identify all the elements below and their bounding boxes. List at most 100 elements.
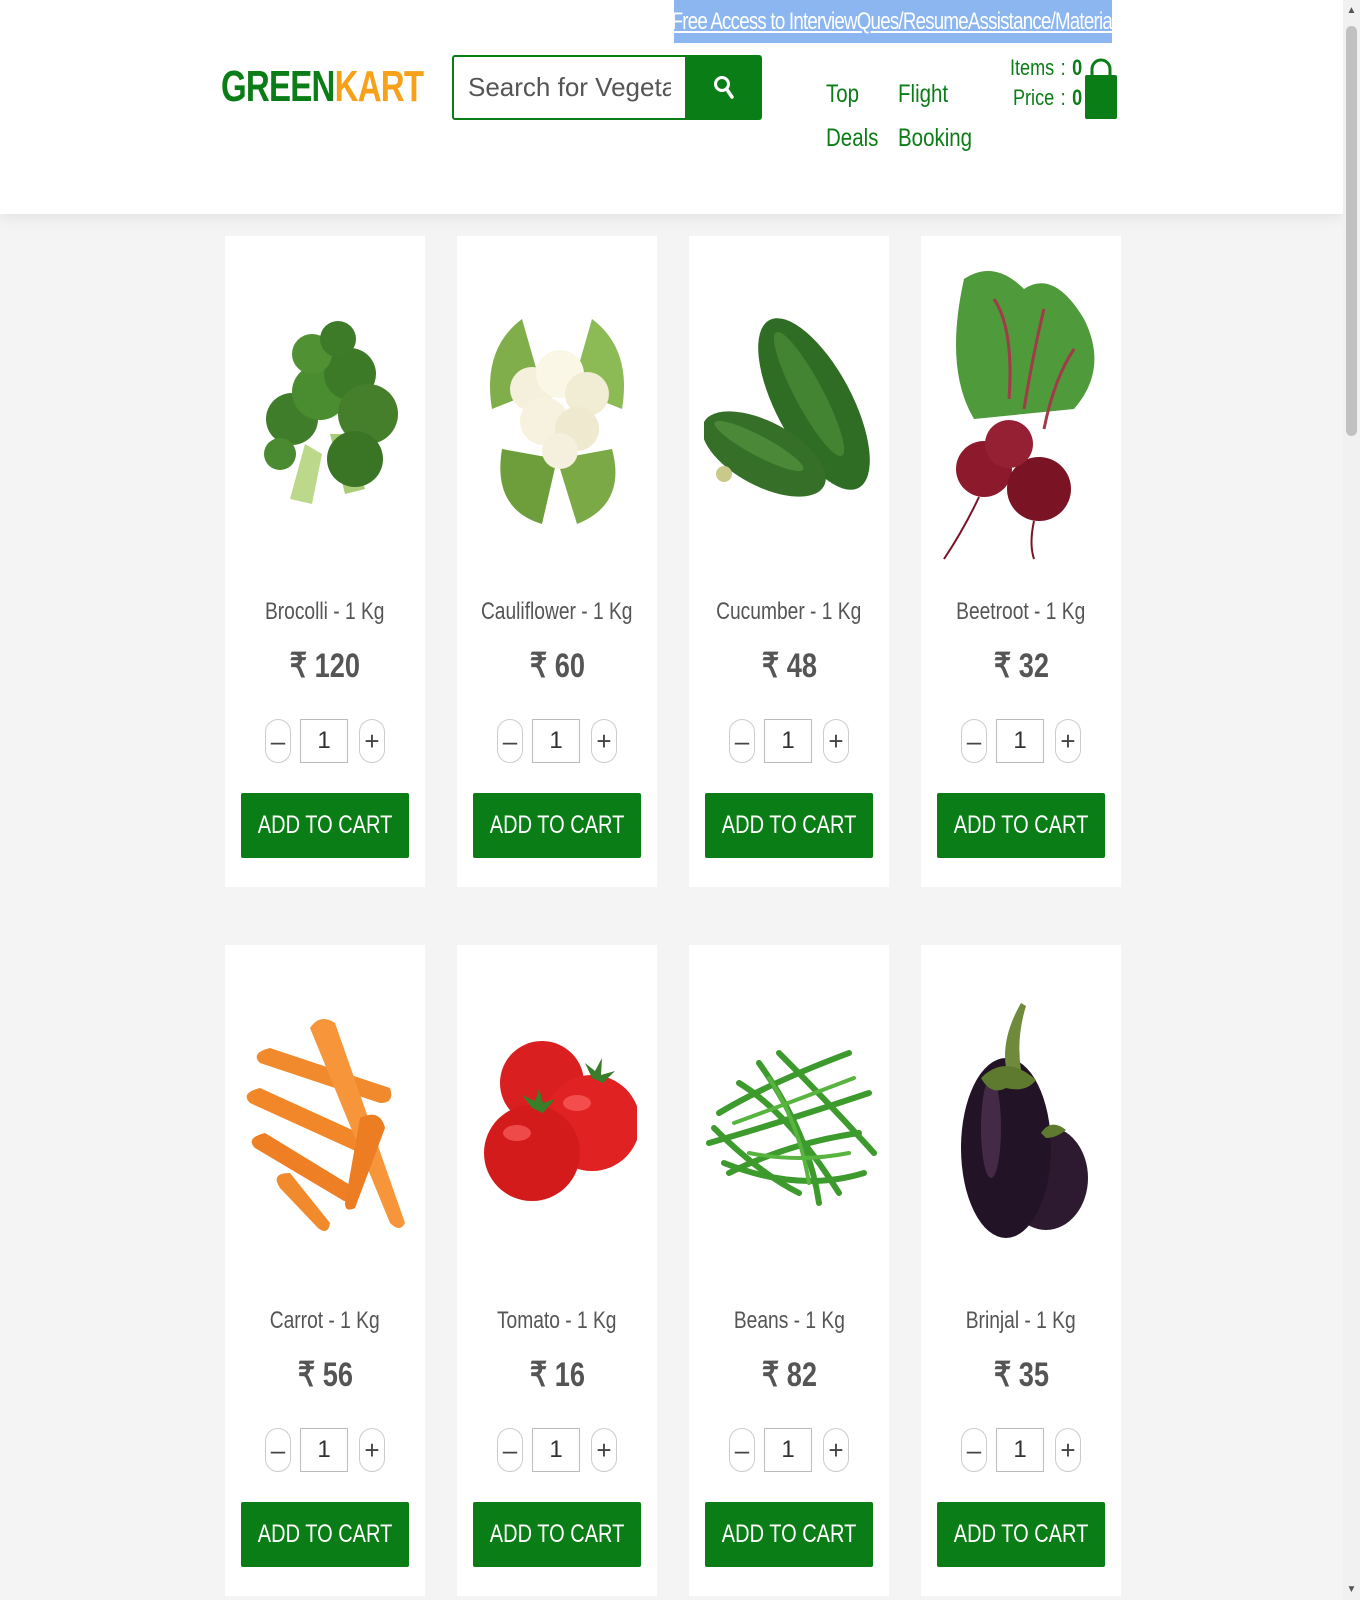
logo-kart: KART bbox=[334, 62, 424, 111]
promo-link[interactable]: Free Access to InterviewQues/ResumeAssis… bbox=[671, 8, 1116, 36]
nav-flight-booking-line1: Flight bbox=[898, 80, 949, 108]
increment-button[interactable]: + bbox=[359, 1428, 385, 1472]
add-to-cart-button[interactable]: ADD TO CART bbox=[241, 1502, 409, 1567]
product-card: Tomato - 1 Kg ₹ 16 – + ADD TO CART bbox=[457, 945, 657, 1596]
increment-button[interactable]: + bbox=[359, 719, 385, 763]
add-to-cart-button[interactable]: ADD TO CART bbox=[937, 1502, 1105, 1567]
decrement-button[interactable]: – bbox=[265, 719, 291, 763]
product-card: Carrot - 1 Kg ₹ 56 – + ADD TO CART bbox=[225, 945, 425, 1596]
cart-items-separator: : bbox=[1060, 55, 1066, 80]
product-price: ₹ 32 bbox=[993, 647, 1049, 685]
product-name: Beans - 1 Kg bbox=[733, 1307, 845, 1334]
promo-banner: Free Access to InterviewQues/ResumeAssis… bbox=[671, 0, 1116, 43]
product-image bbox=[457, 963, 657, 1283]
search-button[interactable] bbox=[685, 55, 762, 120]
search-icon bbox=[713, 75, 734, 99]
cart-bag-icon[interactable] bbox=[1083, 55, 1119, 120]
add-to-cart-button[interactable]: ADD TO CART bbox=[705, 1502, 873, 1567]
vertical-scrollbar[interactable]: ▲ ▼ bbox=[1343, 0, 1360, 1600]
quantity-stepper: – + bbox=[729, 719, 849, 763]
quantity-stepper: – + bbox=[961, 1428, 1081, 1472]
increment-button[interactable]: + bbox=[591, 719, 617, 763]
beetroot-image bbox=[942, 271, 1094, 560]
quantity-stepper: – + bbox=[265, 1428, 385, 1472]
brinjal-image bbox=[961, 1003, 1088, 1238]
product-image bbox=[921, 963, 1121, 1283]
product-card: Cauliflower - 1 Kg ₹ 60 – + ADD TO CART bbox=[457, 236, 657, 887]
product-card: Brinjal - 1 Kg ₹ 35 – + ADD TO CART bbox=[921, 945, 1121, 1596]
cart-price-separator: : bbox=[1060, 85, 1066, 110]
product-card: Beetroot - 1 Kg ₹ 32 – + ADD TO CART bbox=[921, 236, 1121, 887]
add-to-cart-button[interactable]: ADD TO CART bbox=[241, 793, 409, 858]
product-price: ₹ 35 bbox=[993, 1356, 1049, 1394]
product-name: Beetroot - 1 Kg bbox=[956, 598, 1086, 625]
cart-price-row: Price : 0 bbox=[1000, 83, 1082, 113]
quantity-input[interactable] bbox=[764, 1428, 812, 1472]
cart-price-value: 0 bbox=[1072, 85, 1083, 110]
quantity-input[interactable] bbox=[996, 1428, 1044, 1472]
add-to-cart-button[interactable]: ADD TO CART bbox=[705, 793, 873, 858]
scroll-down-arrow-icon[interactable]: ▼ bbox=[1343, 1581, 1360, 1598]
product-name: Tomato - 1 Kg bbox=[497, 1307, 617, 1334]
nav-top-deals-line1: Top bbox=[826, 80, 860, 108]
product-name: Carrot - 1 Kg bbox=[270, 1307, 380, 1334]
broccoli-image bbox=[264, 321, 398, 504]
brand-logo[interactable]: GREENKART bbox=[221, 62, 424, 112]
product-price: ₹ 82 bbox=[761, 1356, 817, 1394]
nav-flight-booking[interactable]: Flight Booking bbox=[898, 72, 972, 160]
cucumber-image bbox=[704, 318, 870, 497]
add-to-cart-button[interactable]: ADD TO CART bbox=[937, 793, 1105, 858]
decrement-button[interactable]: – bbox=[729, 719, 755, 763]
quantity-stepper: – + bbox=[961, 719, 1081, 763]
increment-button[interactable]: + bbox=[1055, 719, 1081, 763]
scroll-thumb[interactable] bbox=[1346, 26, 1357, 436]
cauliflower-image bbox=[490, 319, 624, 524]
beans-image bbox=[706, 1050, 877, 1206]
quantity-input[interactable] bbox=[996, 719, 1044, 763]
increment-button[interactable]: + bbox=[591, 1428, 617, 1472]
scroll-up-arrow-icon[interactable]: ▲ bbox=[1343, 2, 1360, 19]
quantity-input[interactable] bbox=[300, 1428, 348, 1472]
quantity-stepper: – + bbox=[729, 1428, 849, 1472]
product-image bbox=[689, 254, 889, 574]
increment-button[interactable]: + bbox=[823, 719, 849, 763]
add-to-cart-button[interactable]: ADD TO CART bbox=[473, 793, 641, 858]
decrement-button[interactable]: – bbox=[729, 1428, 755, 1472]
quantity-input[interactable] bbox=[764, 719, 812, 763]
quantity-stepper: – + bbox=[497, 1428, 617, 1472]
decrement-button[interactable]: – bbox=[961, 719, 987, 763]
cart-items-label: Items bbox=[1010, 55, 1055, 80]
add-to-cart-button[interactable]: ADD TO CART bbox=[473, 1502, 641, 1567]
increment-button[interactable]: + bbox=[1055, 1428, 1081, 1472]
increment-button[interactable]: + bbox=[823, 1428, 849, 1472]
product-price: ₹ 56 bbox=[297, 1356, 353, 1394]
product-image bbox=[225, 254, 425, 574]
search-input[interactable] bbox=[452, 55, 685, 120]
quantity-stepper: – + bbox=[265, 719, 385, 763]
search-form bbox=[452, 55, 762, 120]
nav-flight-booking-line2: Booking bbox=[898, 124, 973, 152]
quantity-input[interactable] bbox=[300, 719, 348, 763]
product-name: Cucumber - 1 Kg bbox=[716, 598, 862, 625]
quantity-input[interactable] bbox=[532, 719, 580, 763]
product-price: ₹ 60 bbox=[529, 647, 585, 685]
product-image bbox=[689, 963, 889, 1283]
product-image bbox=[225, 963, 425, 1283]
header: Free Access to InterviewQues/ResumeAssis… bbox=[0, 0, 1343, 214]
decrement-button[interactable]: – bbox=[497, 719, 523, 763]
cart-items-row: Items : 0 bbox=[1000, 53, 1082, 83]
product-name: Brinjal - 1 Kg bbox=[966, 1307, 1076, 1334]
decrement-button[interactable]: – bbox=[265, 1428, 291, 1472]
decrement-button[interactable]: – bbox=[497, 1428, 523, 1472]
decrement-button[interactable]: – bbox=[961, 1428, 987, 1472]
product-price: ₹ 16 bbox=[529, 1356, 585, 1394]
nav-top-deals[interactable]: Top Deals bbox=[826, 72, 878, 160]
product-name: Brocolli - 1 Kg bbox=[265, 598, 385, 625]
product-price: ₹ 48 bbox=[761, 647, 817, 685]
quantity-input[interactable] bbox=[532, 1428, 580, 1472]
product-name: Cauliflower - 1 Kg bbox=[481, 598, 633, 625]
product-image bbox=[457, 254, 657, 574]
cart-items-count: 0 bbox=[1072, 55, 1083, 80]
quantity-stepper: – + bbox=[497, 719, 617, 763]
product-grid: Brocolli - 1 Kg ₹ 120 – + ADD TO CART bbox=[225, 236, 1121, 1596]
